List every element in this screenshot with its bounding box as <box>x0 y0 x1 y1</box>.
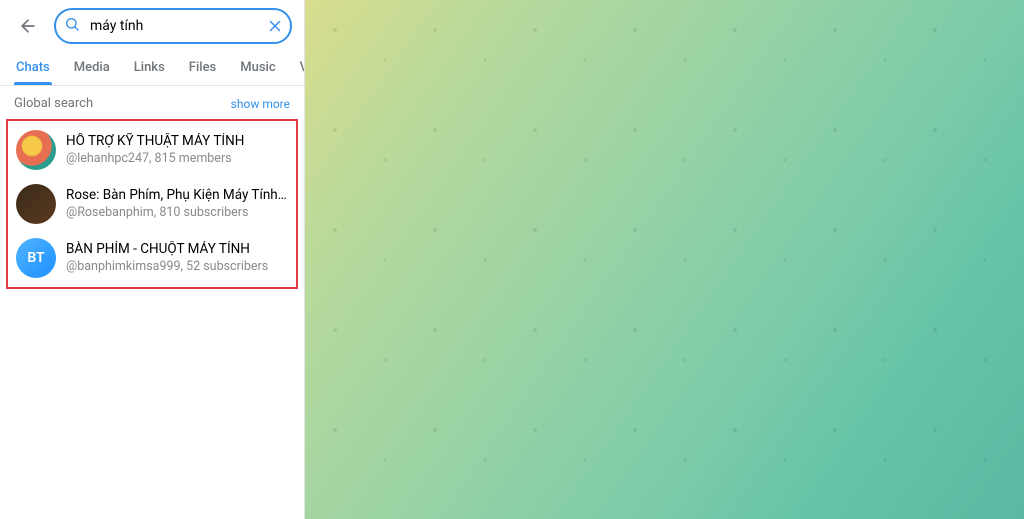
tab-music[interactable]: Music <box>228 52 287 85</box>
background-pattern <box>305 0 1024 519</box>
search-result-item[interactable]: BT BÀN PHÍM - CHUỘT MÁY TÍNH @banphimkim… <box>8 231 296 285</box>
back-button[interactable] <box>12 10 44 42</box>
tab-links[interactable]: Links <box>122 52 177 85</box>
sidebar: Chats Media Links Files Music Voice Glob… <box>0 0 305 519</box>
result-title: BÀN PHÍM - CHUỘT MÁY TÍNH <box>66 241 288 259</box>
search-icon <box>64 16 80 36</box>
search-tabs: Chats Media Links Files Music Voice <box>0 52 304 86</box>
arrow-left-icon <box>18 16 38 36</box>
search-header <box>0 8 304 52</box>
tab-files[interactable]: Files <box>177 52 228 85</box>
tab-media[interactable]: Media <box>62 52 122 85</box>
result-title: HỖ TRỢ KỸ THUẬT MÁY TÍNH <box>66 133 288 151</box>
search-result-item[interactable]: Rose: Bàn Phím, Phụ Kiện Máy Tính , Đ...… <box>8 177 296 231</box>
search-result-item[interactable]: HỖ TRỢ KỸ THUẬT MÁY TÍNH @lehanhpc247, 8… <box>8 123 296 177</box>
search-field-wrap <box>54 8 292 44</box>
avatar: BT <box>16 238 56 278</box>
result-subtitle: @lehanhpc247, 815 members <box>66 151 288 167</box>
result-text: Rose: Bàn Phím, Phụ Kiện Máy Tính , Đ...… <box>66 187 288 222</box>
result-title: Rose: Bàn Phím, Phụ Kiện Máy Tính , Đ... <box>66 187 288 205</box>
section-title: Global search <box>14 96 93 111</box>
avatar <box>16 130 56 170</box>
result-text: BÀN PHÍM - CHUỘT MÁY TÍNH @banphimkimsa9… <box>66 241 288 276</box>
chat-background <box>305 0 1024 519</box>
result-subtitle: @banphimkimsa999, 52 subscribers <box>66 259 288 275</box>
global-search-header: Global search show more <box>0 86 304 117</box>
clear-search-button[interactable] <box>266 17 284 35</box>
search-input[interactable] <box>54 8 292 44</box>
tab-chats[interactable]: Chats <box>4 52 62 85</box>
tab-voice[interactable]: Voice <box>288 52 304 85</box>
show-more-link[interactable]: show more <box>231 97 290 111</box>
avatar <box>16 184 56 224</box>
result-subtitle: @Rosebanphim, 810 subscribers <box>66 205 288 221</box>
search-results-highlighted: HỖ TRỢ KỸ THUẬT MÁY TÍNH @lehanhpc247, 8… <box>6 119 298 289</box>
result-text: HỖ TRỢ KỸ THUẬT MÁY TÍNH @lehanhpc247, 8… <box>66 133 288 168</box>
close-icon <box>266 17 284 35</box>
